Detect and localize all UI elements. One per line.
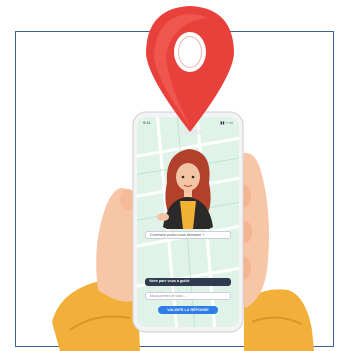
- selected-answer[interactable]: Votre parc vous a guidé: [145, 278, 231, 286]
- question-bubble: Comment voulez-vous démarrer ?: [145, 231, 231, 239]
- answer-option[interactable]: Nous prenez-le vous ...: [145, 292, 231, 300]
- validate-button[interactable]: VALIDER LA RÉPONSE: [158, 306, 218, 314]
- status-time: 9:41: [143, 120, 151, 125]
- status-bar: 9:41 ▮▮ ◔ ▭: [143, 120, 233, 126]
- phone-screen: 9:41 ▮▮ ◔ ▭ Comment voulez-vous démarrer…: [137, 117, 239, 327]
- status-icons: ▮▮ ◔ ▭: [220, 120, 233, 125]
